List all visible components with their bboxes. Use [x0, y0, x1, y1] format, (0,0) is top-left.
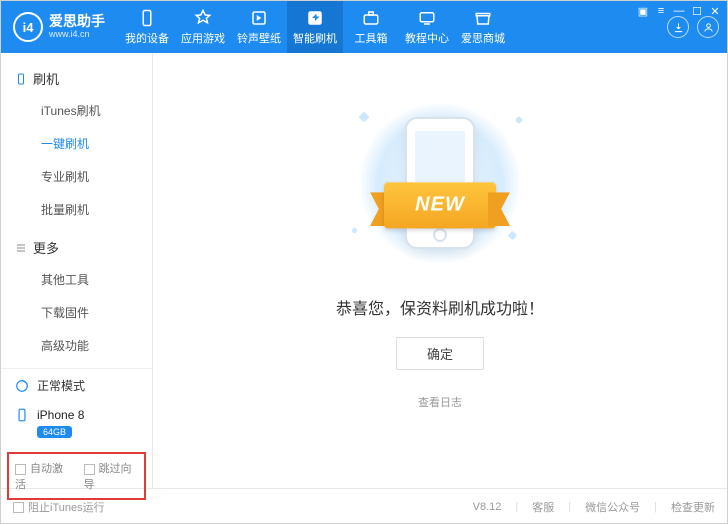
device-info[interactable]: iPhone 8 64GB [1, 402, 152, 448]
user-button[interactable] [697, 16, 719, 38]
device-storage-badge: 64GB [37, 426, 72, 438]
view-log-link[interactable]: 查看日志 [418, 394, 462, 410]
checkbox-auto-activate[interactable]: 自动激活 [15, 460, 70, 492]
device-mode[interactable]: 正常模式 [1, 368, 152, 402]
main-tabs: 我的设备 应用游戏 铃声壁纸 智能刷机 工具箱 教程中心 爱思商城 [119, 1, 663, 53]
window-controls: ▣ ≡ — ☐ ✕ [637, 5, 721, 17]
sidebar-item-itunes-flash[interactable]: iTunes刷机 [21, 94, 152, 127]
tab-ringtones[interactable]: 铃声壁纸 [231, 1, 287, 53]
skin-icon[interactable]: ▣ [637, 5, 649, 17]
tab-flash[interactable]: 智能刷机 [287, 1, 343, 53]
footer-link-kefu[interactable]: 客服 [532, 499, 554, 515]
sidebar-item-pro-flash[interactable]: 专业刷机 [21, 160, 152, 193]
success-illustration: NEW [340, 93, 540, 273]
sidebar-group-more[interactable]: 更多 [1, 232, 152, 263]
menu-icon[interactable]: ≡ [655, 5, 667, 17]
sidebar: 刷机 iTunes刷机 一键刷机 专业刷机 批量刷机 更多 其他工具 下载固件 … [1, 53, 153, 488]
tab-toolbox[interactable]: 工具箱 [343, 1, 399, 53]
tab-tutorial[interactable]: 教程中心 [399, 1, 455, 53]
sidebar-item-advanced[interactable]: 高级功能 [21, 329, 152, 362]
minimize-icon[interactable]: — [673, 5, 685, 17]
sidebar-group-flash[interactable]: 刷机 [1, 63, 152, 94]
brand-name: 爱思助手 [49, 14, 105, 29]
version-label: V8.12 [473, 501, 502, 513]
checkbox-block-itunes[interactable]: 阻止iTunes运行 [13, 499, 105, 515]
sidebar-item-other-tools[interactable]: 其他工具 [21, 263, 152, 296]
sidebar-item-download-firmware[interactable]: 下载固件 [21, 296, 152, 329]
maximize-icon[interactable]: ☐ [691, 5, 703, 17]
sidebar-item-batch-flash[interactable]: 批量刷机 [21, 193, 152, 226]
close-icon[interactable]: ✕ [709, 5, 721, 17]
sidebar-item-oneclick-flash[interactable]: 一键刷机 [21, 127, 152, 160]
auto-options: 自动激活 跳过向导 [7, 452, 146, 500]
brand-url: www.i4.cn [49, 30, 105, 40]
tab-my-device[interactable]: 我的设备 [119, 1, 175, 53]
logo: i4 爱思助手 www.i4.cn [13, 12, 105, 42]
main-content: NEW 恭喜您，保资料刷机成功啦！ 确定 查看日志 [153, 53, 727, 488]
tab-store[interactable]: 爱思商城 [455, 1, 511, 53]
footer-link-update[interactable]: 检查更新 [671, 499, 715, 515]
header: i4 爱思助手 www.i4.cn 我的设备 应用游戏 铃声壁纸 智能刷机 工具… [1, 1, 727, 53]
checkbox-skip-guide[interactable]: 跳过向导 [84, 460, 139, 492]
ok-button[interactable]: 确定 [396, 337, 484, 370]
logo-icon: i4 [13, 12, 43, 42]
tab-apps[interactable]: 应用游戏 [175, 1, 231, 53]
download-button[interactable] [667, 16, 689, 38]
success-message: 恭喜您，保资料刷机成功啦！ [336, 295, 544, 319]
footer-link-wechat[interactable]: 微信公众号 [585, 499, 640, 515]
device-model: iPhone 8 [37, 408, 84, 422]
new-ribbon: NEW [370, 182, 510, 228]
